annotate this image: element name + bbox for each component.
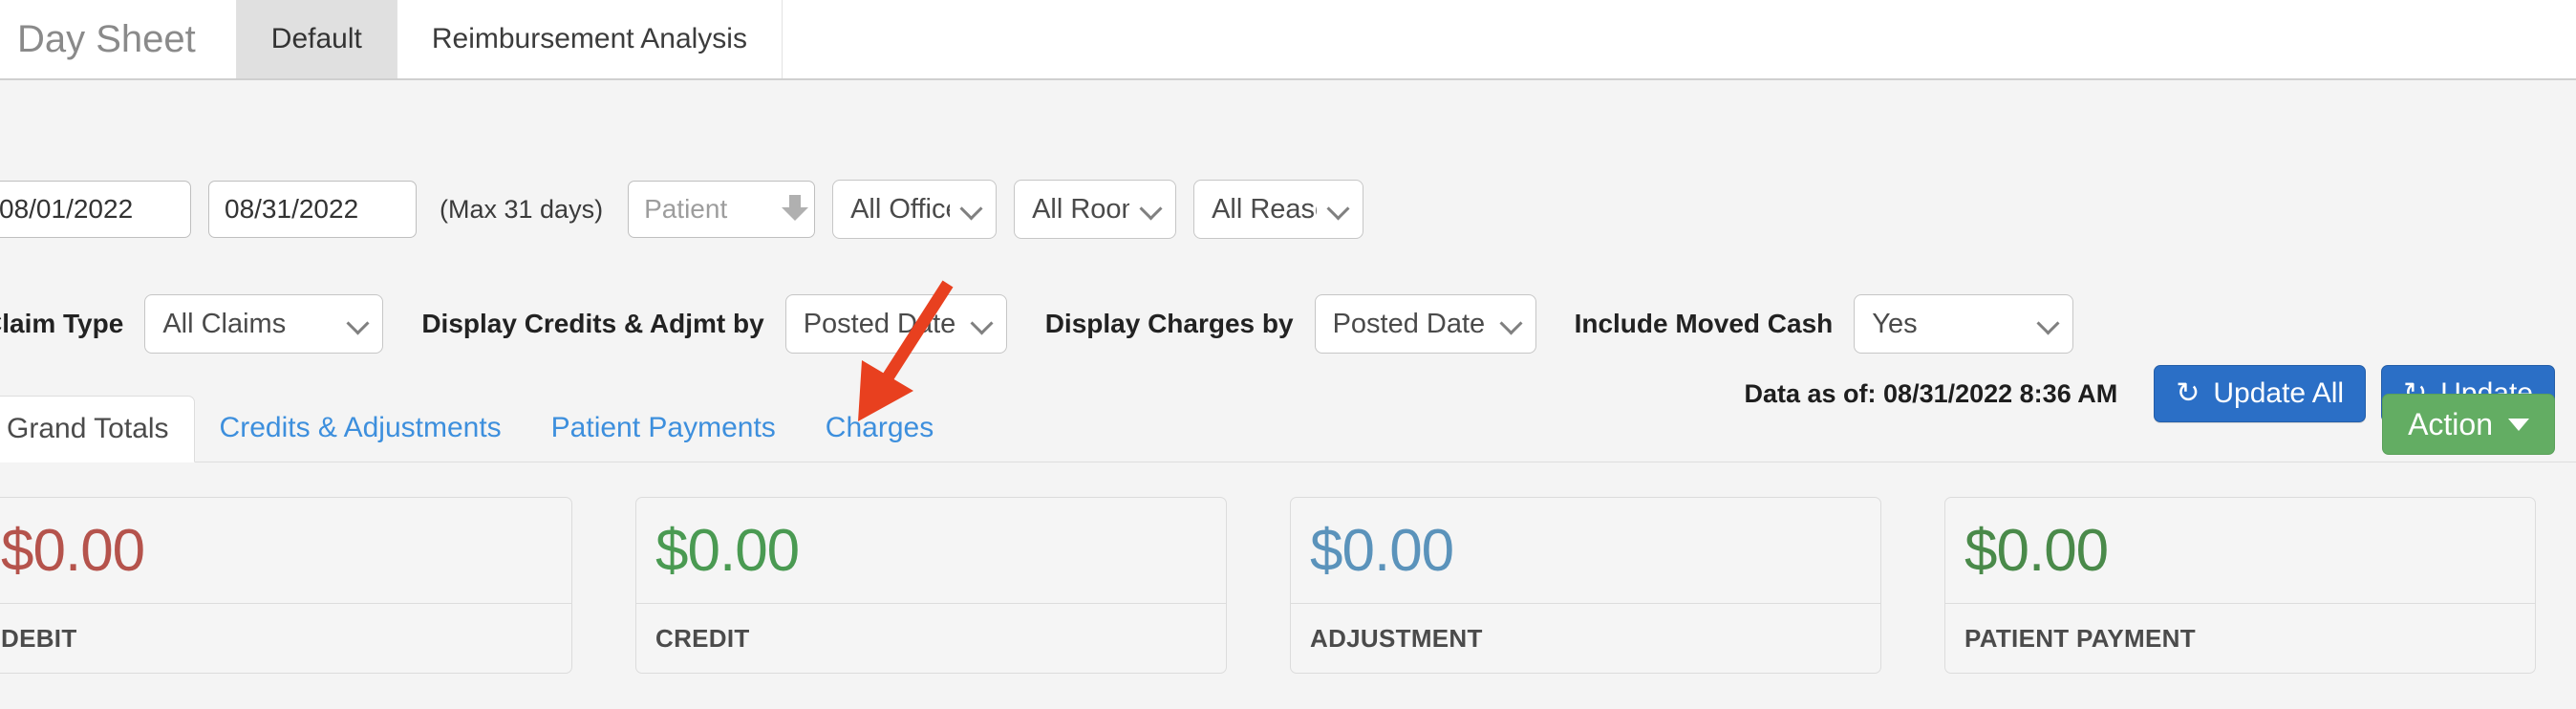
- window-tab-default[interactable]: Default: [236, 0, 397, 78]
- tabstrip-filler: [782, 0, 2576, 78]
- room-select[interactable]: All Room: [1014, 180, 1177, 239]
- reason-select[interactable]: All Reaso: [1193, 180, 1364, 239]
- chevron-down-icon: [1141, 199, 1162, 220]
- reason-select-value: All Reaso: [1212, 193, 1317, 225]
- date-from-value: 08/01/2022: [0, 194, 134, 224]
- claim-type-select[interactable]: All Claims: [144, 294, 384, 354]
- window-tab-reimbursement-analysis[interactable]: Reimbursement Analysis: [397, 0, 783, 78]
- max-days-note: (Max 31 days): [440, 194, 604, 224]
- tab-label: Patient Payments: [550, 412, 776, 443]
- filter-panel: 08/01/2022 08/31/2022 (Max 31 days) Pati…: [0, 80, 2576, 422]
- office-select[interactable]: All Office: [832, 180, 998, 239]
- tab-grand-totals[interactable]: Grand Totals: [0, 396, 195, 462]
- include-moved-cash-value: Yes: [1872, 308, 1918, 339]
- tab-patient-payments[interactable]: Patient Payments: [526, 395, 801, 462]
- page-title: Day Sheet: [0, 0, 237, 78]
- card-amount: $0.00: [1964, 517, 2109, 584]
- totals-cards: $0.00 DEBIT $0.00 CREDIT $0.00 ADJUSTMEN…: [0, 497, 2576, 674]
- card-amount: $0.00: [655, 517, 800, 584]
- include-moved-cash-label: Include Moved Cash: [1574, 309, 1834, 338]
- tab-label: Charges: [825, 412, 934, 443]
- tab-label: Grand Totals: [7, 413, 169, 444]
- date-to-input[interactable]: 08/31/2022: [208, 181, 417, 238]
- display-charges-select[interactable]: Posted Date: [1314, 294, 1536, 354]
- chevron-down-icon: [972, 313, 993, 334]
- tab-credits-adjustments[interactable]: Credits & Adjustments: [195, 395, 526, 462]
- action-button[interactable]: Action: [2382, 394, 2555, 455]
- filter-row-dates: 08/01/2022 08/31/2022 (Max 31 days) Pati…: [0, 180, 1381, 239]
- action-button-label: Action: [2408, 406, 2493, 441]
- card-label: DEBIT: [1, 623, 77, 653]
- include-moved-cash-select[interactable]: Yes: [1854, 294, 2074, 354]
- caret-down-icon: [2508, 418, 2529, 431]
- window-tab-label: Reimbursement Analysis: [431, 23, 747, 54]
- display-credits-value: Posted Date: [803, 308, 956, 339]
- tab-charges[interactable]: Charges: [801, 395, 958, 462]
- card-adjustment: $0.00 ADJUSTMENT: [1290, 497, 1881, 674]
- display-charges-value: Posted Date: [1332, 308, 1486, 339]
- claim-type-label: Claim Type: [0, 309, 124, 338]
- window-tabstrip: Day Sheet Default Reimbursement Analysis: [0, 0, 2576, 80]
- date-to-value: 08/31/2022: [225, 194, 359, 224]
- card-credit: $0.00 CREDIT: [635, 497, 1227, 674]
- patient-placeholder: Patient: [644, 194, 728, 224]
- chevron-down-icon: [961, 199, 982, 220]
- card-patient-payment: $0.00 PATIENT PAYMENT: [1944, 497, 2536, 674]
- chevron-down-icon: [1328, 199, 1349, 220]
- tab-label: Credits & Adjustments: [219, 412, 502, 443]
- filter-row-options: Claim Type All Claims Display Credits & …: [0, 294, 2091, 354]
- claim-type-value: All Claims: [162, 308, 287, 339]
- card-debit: $0.00 DEBIT: [0, 497, 572, 674]
- office-select-value: All Office: [850, 193, 951, 225]
- card-label: ADJUSTMENT: [1310, 623, 1483, 653]
- display-charges-label: Display Charges by: [1044, 309, 1294, 338]
- room-select-value: All Room: [1032, 193, 1129, 225]
- chevron-down-icon: [1501, 313, 1522, 334]
- card-label: CREDIT: [655, 623, 750, 653]
- card-label: PATIENT PAYMENT: [1964, 623, 2196, 653]
- display-credits-label: Display Credits & Adjmt by: [421, 309, 764, 338]
- card-amount: $0.00: [1, 517, 145, 584]
- display-credits-select[interactable]: Posted Date: [784, 294, 1007, 354]
- chevron-down-icon: [348, 313, 369, 334]
- chevron-down-icon: [2038, 313, 2059, 334]
- patient-search-input[interactable]: Patient: [628, 181, 816, 238]
- content-tabbar: Grand Totals Credits & Adjustments Patie…: [0, 380, 2576, 462]
- date-from-input[interactable]: 08/01/2022: [0, 181, 191, 238]
- window-tab-label: Default: [270, 23, 362, 54]
- content-tabbar-inner: Grand Totals Credits & Adjustments Patie…: [0, 379, 958, 462]
- card-amount: $0.00: [1310, 517, 1454, 584]
